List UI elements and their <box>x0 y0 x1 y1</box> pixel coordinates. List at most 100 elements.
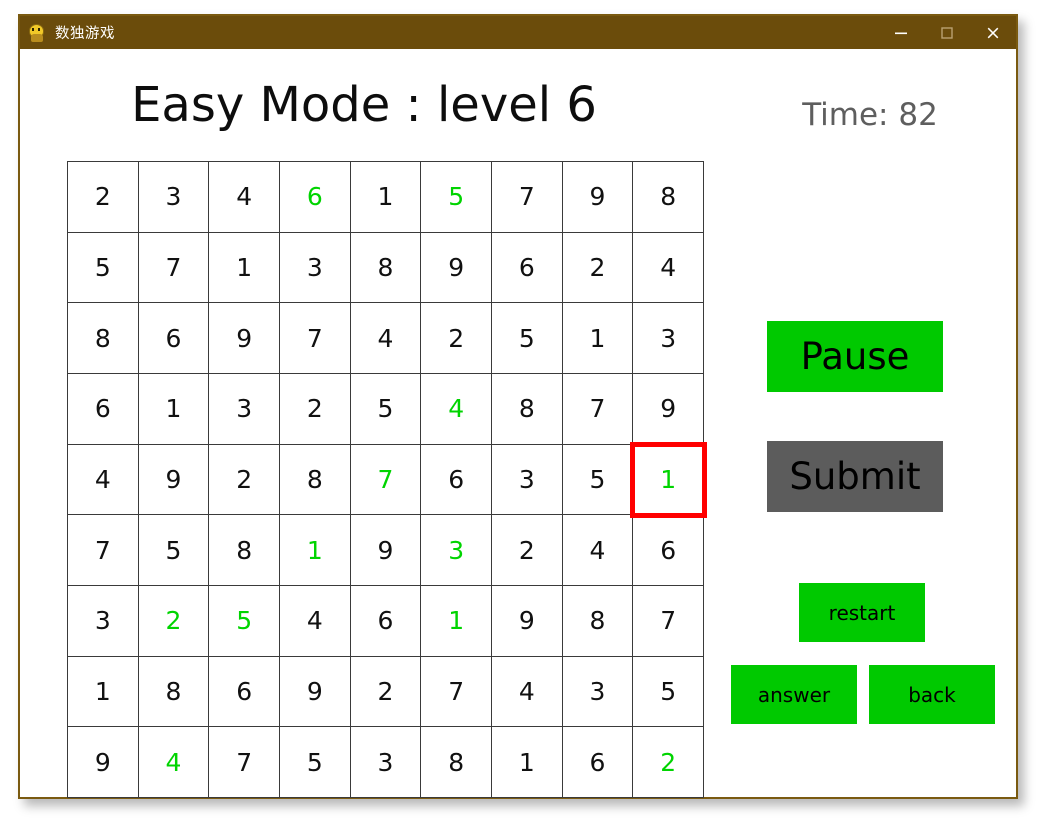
sudoku-cell[interactable]: 7 <box>279 303 351 374</box>
sudoku-cell[interactable]: 2 <box>209 444 280 516</box>
sudoku-cell[interactable]: 5 <box>421 162 492 233</box>
sudoku-cell[interactable]: 5 <box>138 515 210 586</box>
sudoku-cell[interactable]: 9 <box>633 373 704 445</box>
page-title: Easy Mode : level 6 <box>131 77 597 133</box>
sudoku-cell[interactable]: 6 <box>68 373 139 445</box>
sudoku-cell[interactable]: 3 <box>633 303 704 374</box>
sudoku-board[interactable]: 2346157985713896248697425136132548794928… <box>67 161 707 798</box>
sudoku-cell[interactable]: 1 <box>491 727 563 798</box>
window-title: 数独游戏 <box>55 26 115 42</box>
sudoku-cell[interactable]: 5 <box>209 585 280 657</box>
sudoku-cell[interactable]: 1 <box>138 373 210 445</box>
sudoku-cell[interactable]: 2 <box>491 515 563 586</box>
sudoku-cell[interactable]: 3 <box>138 162 210 233</box>
maximize-icon <box>941 26 953 39</box>
sudoku-cell[interactable]: 1 <box>68 656 139 728</box>
sudoku-cell[interactable]: 6 <box>279 162 351 233</box>
sudoku-cell[interactable]: 2 <box>138 585 210 657</box>
sudoku-cell[interactable]: 3 <box>350 727 422 798</box>
sudoku-cell[interactable]: 9 <box>421 232 492 304</box>
sudoku-cell[interactable]: 7 <box>562 373 634 445</box>
sudoku-cell[interactable]: 6 <box>421 444 492 516</box>
sudoku-cell[interactable]: 6 <box>209 656 280 728</box>
minimize-icon <box>895 32 907 34</box>
game-window: 数独游戏 Easy Mode : level 6 Time: 82 2 3 4 … <box>18 14 1018 799</box>
sudoku-cell[interactable]: 7 <box>491 162 563 233</box>
answer-button[interactable]: answer <box>731 665 857 724</box>
sudoku-cell[interactable]: 2 <box>633 727 704 798</box>
sudoku-cell[interactable]: 1 <box>562 303 634 374</box>
sudoku-cell[interactable]: 9 <box>491 585 563 657</box>
close-icon <box>987 27 999 38</box>
sudoku-cell[interactable]: 3 <box>491 444 563 516</box>
title-bar: 数独游戏 <box>20 16 1016 49</box>
sudoku-cell[interactable]: 4 <box>491 656 563 728</box>
sudoku-cell[interactable]: 1 <box>209 232 280 304</box>
sudoku-cell[interactable]: 1 <box>350 162 422 233</box>
sudoku-cell[interactable]: 9 <box>562 162 634 233</box>
sudoku-cell[interactable]: 6 <box>562 727 634 798</box>
sudoku-cell[interactable]: 7 <box>421 656 492 728</box>
sudoku-cell[interactable]: 1 <box>279 515 351 586</box>
timer-display: Time: 82 <box>802 97 938 133</box>
sudoku-cell[interactable]: 6 <box>138 303 210 374</box>
sudoku-cell[interactable]: 4 <box>279 585 351 657</box>
sudoku-cell[interactable]: 5 <box>633 656 704 728</box>
sudoku-cell[interactable]: 7 <box>350 444 422 516</box>
sudoku-cell[interactable]: 4 <box>633 232 704 304</box>
sudoku-cell[interactable]: 9 <box>350 515 422 586</box>
sudoku-cell[interactable]: 6 <box>633 515 704 586</box>
sudoku-cell[interactable]: 1 <box>630 441 707 519</box>
sudoku-cell[interactable]: 5 <box>350 373 422 445</box>
app-root: 数独游戏 Easy Mode : level 6 Time: 82 2 3 4 … <box>0 0 1037 825</box>
sudoku-cell[interactable]: 1 <box>421 585 492 657</box>
sudoku-cell[interactable]: 2 <box>68 162 139 233</box>
sudoku-cell[interactable]: 4 <box>421 373 492 445</box>
sudoku-cell[interactable]: 7 <box>68 515 139 586</box>
close-button[interactable] <box>970 16 1016 49</box>
sudoku-cell[interactable]: 4 <box>350 303 422 374</box>
sudoku-cell[interactable]: 8 <box>138 656 210 728</box>
maximize-button[interactable] <box>924 16 970 49</box>
sudoku-cell[interactable]: 7 <box>209 727 280 798</box>
sudoku-cell[interactable]: 3 <box>279 232 351 304</box>
sudoku-cell[interactable]: 2 <box>350 656 422 728</box>
sudoku-cell[interactable]: 6 <box>491 232 563 304</box>
sudoku-cell[interactable]: 8 <box>562 585 634 657</box>
sudoku-cell[interactable]: 5 <box>562 444 634 516</box>
sudoku-cell[interactable]: 7 <box>633 585 704 657</box>
sudoku-cell[interactable]: 8 <box>633 162 704 233</box>
sudoku-cell[interactable]: 8 <box>491 373 563 445</box>
sudoku-cell[interactable]: 9 <box>138 444 210 516</box>
sudoku-cell[interactable]: 3 <box>421 515 492 586</box>
sudoku-cell[interactable]: 8 <box>209 515 280 586</box>
sudoku-cell[interactable]: 8 <box>68 303 139 374</box>
minimize-button[interactable] <box>878 16 924 49</box>
sudoku-cell[interactable]: 3 <box>209 373 280 445</box>
sudoku-cell[interactable]: 9 <box>209 303 280 374</box>
sudoku-cell[interactable]: 3 <box>562 656 634 728</box>
sudoku-cell[interactable]: 8 <box>421 727 492 798</box>
app-character-icon <box>27 23 46 42</box>
sudoku-cell[interactable]: 4 <box>68 444 139 516</box>
sudoku-cell[interactable]: 2 <box>421 303 492 374</box>
pause-button[interactable]: Pause <box>767 321 943 392</box>
sudoku-cell[interactable]: 7 <box>138 232 210 304</box>
sudoku-cell[interactable]: 5 <box>491 303 563 374</box>
sudoku-cell[interactable]: 5 <box>279 727 351 798</box>
sudoku-cell[interactable]: 2 <box>562 232 634 304</box>
sudoku-cell[interactable]: 4 <box>562 515 634 586</box>
sudoku-cell[interactable]: 8 <box>350 232 422 304</box>
sudoku-cell[interactable]: 2 <box>279 373 351 445</box>
restart-button[interactable]: restart <box>799 583 925 642</box>
submit-button[interactable]: Submit <box>767 441 943 512</box>
sudoku-cell[interactable]: 4 <box>138 727 210 798</box>
sudoku-cell[interactable]: 9 <box>68 727 139 798</box>
back-button[interactable]: back <box>869 665 995 724</box>
sudoku-cell[interactable]: 4 <box>209 162 280 233</box>
sudoku-cell[interactable]: 5 <box>68 232 139 304</box>
sudoku-cell[interactable]: 6 <box>350 585 422 657</box>
sudoku-cell[interactable]: 9 <box>279 656 351 728</box>
sudoku-cell[interactable]: 3 <box>68 585 139 657</box>
sudoku-cell[interactable]: 8 <box>279 444 351 516</box>
